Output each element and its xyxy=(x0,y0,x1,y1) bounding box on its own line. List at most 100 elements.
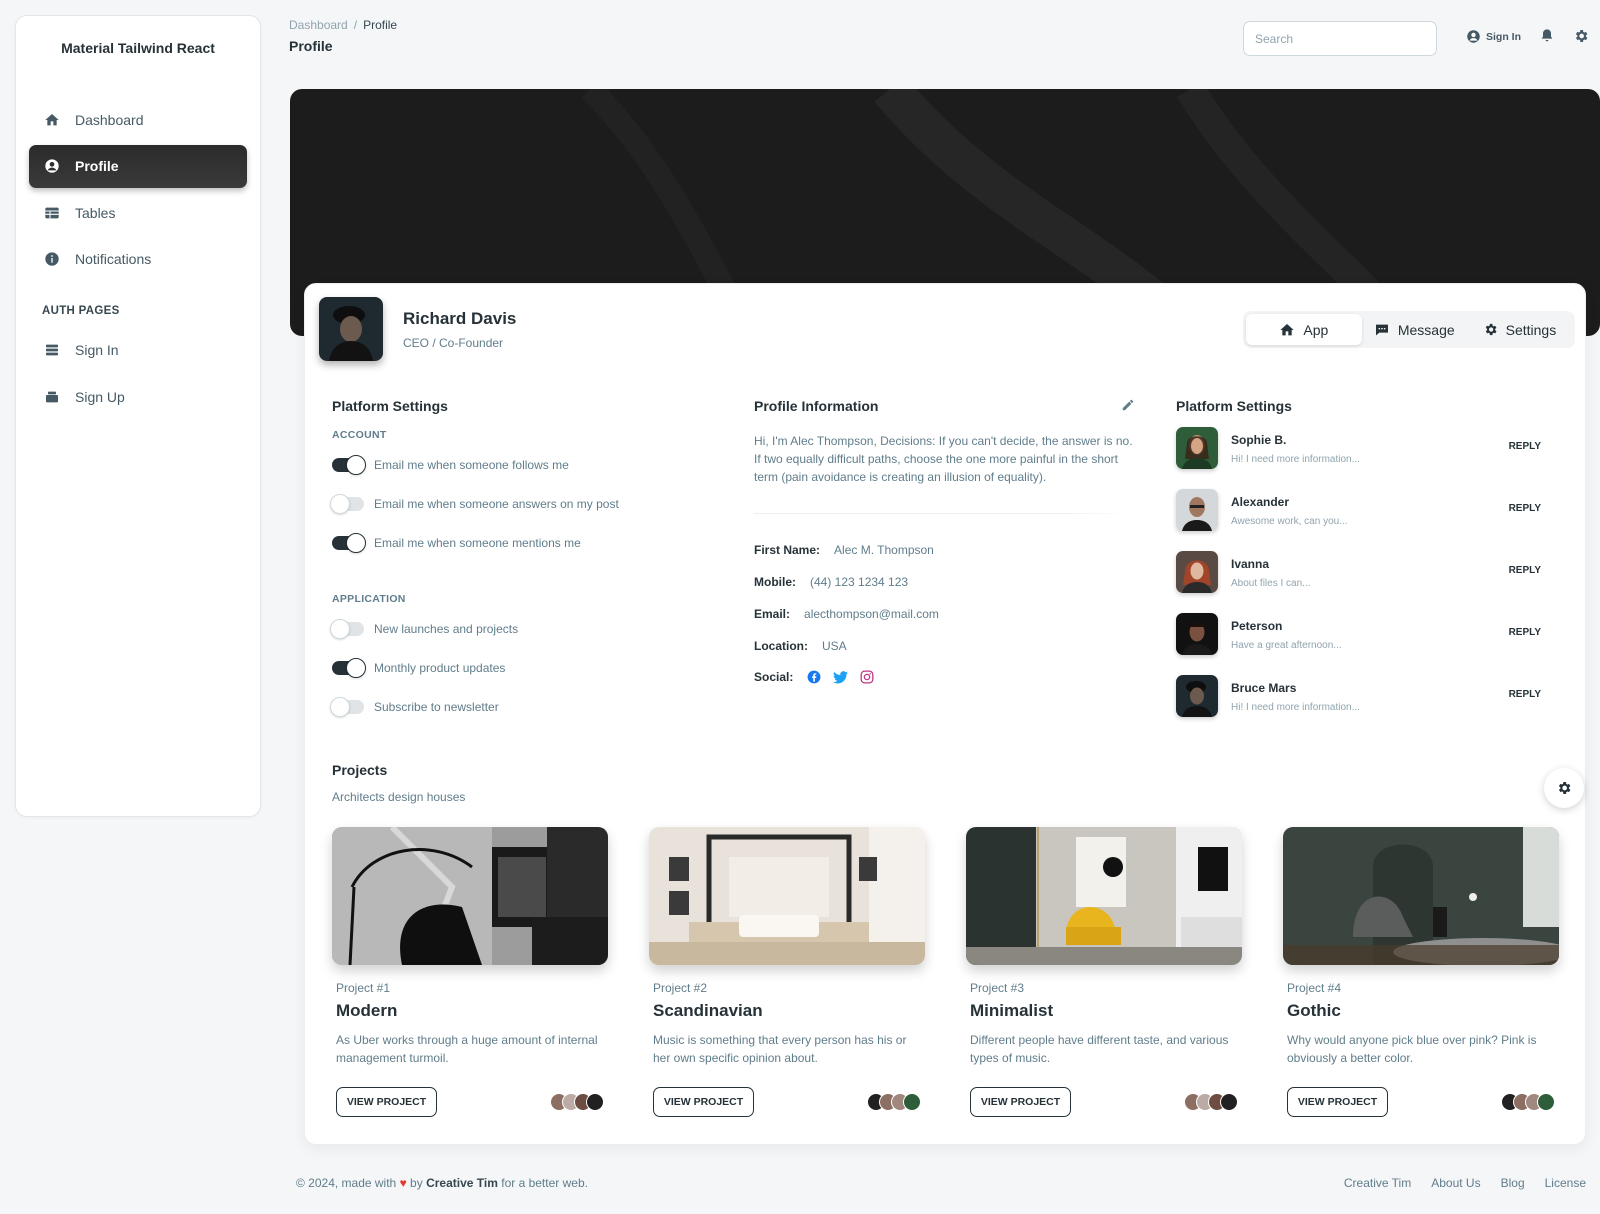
conversation-item: Sophie B. Hi! I need more information...… xyxy=(1176,427,1551,471)
bell-icon[interactable] xyxy=(1539,28,1555,44)
profile-information-title: Profile Information xyxy=(754,398,879,414)
toggle-switch[interactable] xyxy=(330,494,364,514)
avatar xyxy=(1176,613,1218,655)
breadcrumb-root[interactable]: Dashboard xyxy=(289,18,348,32)
reply-button[interactable]: REPLY xyxy=(1509,627,1541,638)
breadcrumb-separator: / xyxy=(353,18,358,32)
info-key: Social: xyxy=(754,670,794,684)
search-input[interactable] xyxy=(1243,21,1437,56)
project-description: Different people have different taste, a… xyxy=(970,1033,1229,1065)
info-key: Location: xyxy=(754,639,808,653)
reply-button[interactable]: REPLY xyxy=(1509,689,1541,700)
conversation-item: Ivanna About files I can... REPLY xyxy=(1176,551,1551,595)
info-key: First Name: xyxy=(754,543,821,557)
gear-icon xyxy=(1558,782,1571,794)
sidebar-item-profile[interactable]: Profile xyxy=(29,144,247,188)
sidebar-item-dashboard[interactable]: Dashboard xyxy=(29,98,247,141)
info-key: Mobile: xyxy=(754,575,796,589)
account-label: ACCOUNT xyxy=(332,429,387,441)
project-description: As Uber works through a huge amount of i… xyxy=(336,1033,598,1065)
view-project-button[interactable]: VIEW PROJECT xyxy=(1287,1087,1388,1117)
footer-prefix: © 2024, made with xyxy=(296,1176,397,1190)
twitter-icon[interactable] xyxy=(833,670,849,684)
team-avatars xyxy=(550,1093,604,1111)
project-card: Project #1 Modern As Uber works through … xyxy=(332,827,608,1117)
reply-button[interactable]: REPLY xyxy=(1509,441,1541,452)
toggle-switch[interactable] xyxy=(330,697,364,717)
profile-tabs: App Message Settings xyxy=(1243,311,1575,348)
top-sign-in-button[interactable]: Sign In xyxy=(1466,29,1521,44)
info-value: (44) 123 1234 123 xyxy=(810,575,909,589)
configurator-button[interactable] xyxy=(1544,768,1584,808)
team-avatars xyxy=(1501,1093,1555,1111)
sidebar-item-notifications[interactable]: Notifications xyxy=(29,238,247,281)
chat-icon xyxy=(1375,324,1388,335)
info-location: Location: USA xyxy=(754,639,847,653)
sidebar: Material Tailwind React Dashboard Profil… xyxy=(15,15,261,817)
project-description: Music is something that every person has… xyxy=(653,1033,907,1065)
tab-label: App xyxy=(1303,321,1329,338)
project-image[interactable] xyxy=(966,827,1242,965)
footer-link-blog[interactable]: Blog xyxy=(1501,1176,1525,1190)
conversation-name: Bruce Mars xyxy=(1231,681,1297,695)
avatar[interactable] xyxy=(1537,1093,1555,1111)
table-icon xyxy=(43,204,61,222)
project-tag: Project #4 xyxy=(1287,981,1342,995)
footer-link-license[interactable]: License xyxy=(1545,1176,1586,1190)
setting-launches: New launches and projects xyxy=(330,619,518,639)
project-image[interactable] xyxy=(332,827,608,965)
reply-button[interactable]: REPLY xyxy=(1509,565,1541,576)
avatar[interactable] xyxy=(586,1093,604,1111)
footer-author-link[interactable]: Creative Tim xyxy=(426,1176,498,1190)
avatar[interactable] xyxy=(1220,1093,1238,1111)
info-email: Email: alecthompson@mail.com xyxy=(754,607,939,621)
conversation-name: Sophie B. xyxy=(1231,433,1287,447)
brand-title[interactable]: Material Tailwind React xyxy=(16,40,260,56)
sidebar-item-tables[interactable]: Tables xyxy=(29,191,247,234)
conversation-message: Hi! I need more information... xyxy=(1231,454,1360,465)
toggle-switch[interactable] xyxy=(330,619,364,639)
project-image[interactable] xyxy=(1283,827,1559,965)
instagram-icon[interactable] xyxy=(860,670,874,684)
conversation-message: Awesome work, can you... xyxy=(1231,516,1348,527)
footer-link-creative-tim[interactable]: Creative Tim xyxy=(1344,1176,1411,1190)
heart-icon: ♥ xyxy=(399,1176,407,1190)
project-title: Minimalist xyxy=(970,1001,1054,1020)
sidebar-item-sign-up[interactable]: Sign Up xyxy=(29,375,247,418)
conversation-name: Alexander xyxy=(1231,495,1290,509)
footer-credit: © 2024, made with ♥ by Creative Tim for … xyxy=(296,1176,588,1190)
conversation-item: Alexander Awesome work, can you... REPLY xyxy=(1176,489,1551,533)
view-project-button[interactable]: VIEW PROJECT xyxy=(653,1087,754,1117)
conversation-message: Hi! I need more information... xyxy=(1231,702,1360,713)
toggle-switch[interactable] xyxy=(332,455,366,475)
gear-icon[interactable] xyxy=(1573,28,1589,44)
project-title: Gothic xyxy=(1287,1001,1341,1020)
tab-settings[interactable]: Settings xyxy=(1467,314,1572,345)
view-project-button[interactable]: VIEW PROJECT xyxy=(336,1087,437,1117)
sidebar-item-sign-in[interactable]: Sign In xyxy=(29,329,247,372)
conversation-name: Peterson xyxy=(1231,619,1283,633)
avatar[interactable] xyxy=(903,1093,921,1111)
toggle-switch[interactable] xyxy=(332,658,366,678)
project-title: Scandinavian xyxy=(653,1001,763,1020)
view-project-button[interactable]: VIEW PROJECT xyxy=(970,1087,1071,1117)
facebook-icon[interactable] xyxy=(807,670,821,684)
footer-link-about-us[interactable]: About Us xyxy=(1431,1176,1480,1190)
sidebar-item-label: Notifications xyxy=(75,251,152,267)
application-label: APPLICATION xyxy=(332,593,406,605)
avatar xyxy=(1176,675,1218,717)
info-first-name: First Name: Alec M. Thompson xyxy=(754,543,934,557)
project-image[interactable] xyxy=(649,827,925,965)
conversations-title: Platform Settings xyxy=(1176,398,1292,414)
conversation-message: About files I can... xyxy=(1231,578,1311,589)
toggle-switch[interactable] xyxy=(332,533,366,553)
tab-app[interactable]: App xyxy=(1246,314,1362,345)
divider xyxy=(754,513,1134,514)
sidebar-item-label: Dashboard xyxy=(75,111,144,128)
reply-button[interactable]: REPLY xyxy=(1509,503,1541,514)
tab-label: Message xyxy=(1397,321,1455,338)
info-key: Email: xyxy=(754,607,791,621)
tab-message[interactable]: Message xyxy=(1362,314,1467,345)
profile-avatar xyxy=(319,297,383,361)
pencil-icon[interactable] xyxy=(1121,398,1135,412)
